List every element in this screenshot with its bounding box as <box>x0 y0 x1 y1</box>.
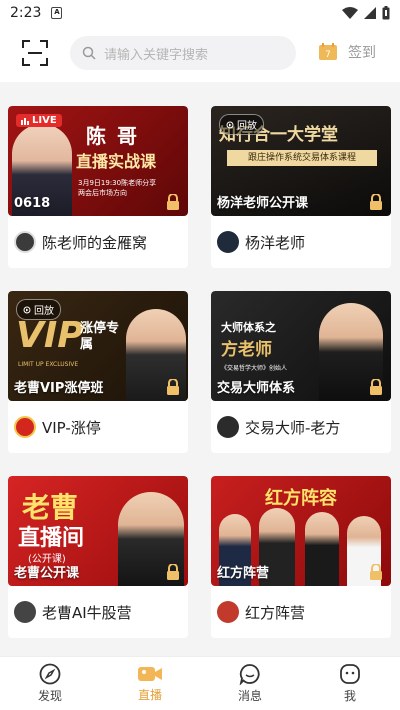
tab-messages[interactable]: 消息 <box>200 657 300 710</box>
live-card[interactable]: 知行合一大学堂 跟庄操作系统交易体系课程 回放 杨洋老师公开课 杨洋老师 <box>211 106 391 268</box>
live-card[interactable]: 大师体系之 方老师 《交易哲学大师》创始人 交易大师体系 交易大师-老方 <box>211 291 391 453</box>
video-camera-icon <box>138 667 162 681</box>
card-title-2: 跟庄操作系统交易体系课程 <box>227 150 377 166</box>
card-caption: 杨洋老师公开课 <box>217 196 309 211</box>
card-caption: 老曹VIP涨停班 <box>14 381 104 396</box>
live-grid: 陈 哥 直播实战课 3月9日19:30陈老师分享 两会后市场方向 LIVE 06… <box>0 82 400 656</box>
card-meta: VIP-涨停 <box>8 401 188 453</box>
card-author-name: 红方阵营 <box>245 603 306 622</box>
bottom-tab-bar: 发现 直播 消息 我 <box>0 656 400 710</box>
lock-icon <box>167 564 179 580</box>
smile-face-icon <box>340 664 360 684</box>
replay-icon <box>226 121 234 128</box>
tab-discover[interactable]: 发现 <box>0 657 100 710</box>
search-input[interactable]: 请输入关键字搜索 <box>70 36 296 70</box>
card-title-2: 方老师 <box>221 340 272 360</box>
card-title-2: 直播实战课 <box>76 152 157 171</box>
card-thumbnail: VIP 涨停专属 LIMIT UP EXCLUSIVE 回放 老曹VIP涨停班 <box>8 291 188 401</box>
avatar <box>14 601 36 623</box>
tab-label: 我 <box>343 689 356 703</box>
search-icon <box>82 46 96 60</box>
card-meta: 交易大师-老方 <box>211 401 391 453</box>
card-title-1: 陈 哥 <box>86 124 139 148</box>
tab-me[interactable]: 我 <box>300 657 400 710</box>
card-author-name: 老曹AI牛股营 <box>42 603 132 622</box>
card-caption: 交易大师体系 <box>217 381 296 396</box>
svg-text:7: 7 <box>325 50 331 60</box>
avatar <box>217 601 239 623</box>
lock-icon <box>370 194 382 210</box>
top-header: 请输入关键字搜索 7 签到 <box>0 26 400 82</box>
cell-signal-icon <box>364 7 376 19</box>
tab-label: 直播 <box>137 688 162 702</box>
card-small-text: 3月9日19:30陈老师分享 <box>78 179 157 187</box>
battery-icon <box>382 6 390 20</box>
live-card[interactable]: 陈 哥 直播实战课 3月9日19:30陈老师分享 两会后市场方向 LIVE 06… <box>8 106 188 268</box>
tab-label: 消息 <box>237 689 262 703</box>
replay-badge: 回放 <box>219 114 264 135</box>
chat-bubble-icon <box>239 664 260 685</box>
card-small-text-2: 两会后市场方向 <box>78 189 127 197</box>
replay-badge-label: 回放 <box>34 306 54 317</box>
card-thumbnail: 陈 哥 直播实战课 3月9日19:30陈老师分享 两会后市场方向 LIVE 06… <box>8 106 188 216</box>
tab-live[interactable]: 直播 <box>100 657 200 710</box>
live-badge-label: LIVE <box>32 115 57 126</box>
card-meta: 陈老师的金雁窝 <box>8 216 188 268</box>
compass-icon <box>39 663 61 685</box>
card-thumbnail: 老曹 直播间 (公开课) 老曹公开课 <box>8 476 188 586</box>
status-icons <box>342 6 390 20</box>
card-small-text: LIMIT UP EXCLUSIVE <box>18 361 79 368</box>
avatar <box>14 231 36 253</box>
card-caption: 老曹公开课 <box>14 566 80 581</box>
checkin-button[interactable]: 7 签到 <box>318 42 376 62</box>
live-card[interactable]: 老曹 直播间 (公开课) 老曹公开课 老曹AI牛股营 <box>8 476 188 638</box>
card-thumbnail: 红方阵容 红方阵营 <box>211 476 391 586</box>
status-time: 2:23 <box>10 5 42 21</box>
lock-icon <box>370 379 382 395</box>
calendar-icon: 7 <box>319 43 337 60</box>
presenter-figure <box>305 512 339 586</box>
lock-icon <box>167 194 179 210</box>
card-small-text: 《交易哲学大师》创始人 <box>221 365 288 372</box>
live-bars-icon <box>21 117 29 125</box>
search-placeholder: 请输入关键字搜索 <box>104 47 209 63</box>
live-card[interactable]: 红方阵容 红方阵营 红方阵营 <box>211 476 391 638</box>
live-card[interactable]: VIP 涨停专属 LIMIT UP EXCLUSIVE 回放 老曹VIP涨停班 … <box>8 291 188 453</box>
card-title-1: 红方阵容 <box>265 488 337 509</box>
avatar <box>217 416 239 438</box>
card-meta: 红方阵营 <box>211 586 391 638</box>
tab-label: 发现 <box>37 689 62 703</box>
replay-badge-label: 回放 <box>237 121 257 132</box>
status-bar: 2:23 A <box>0 0 400 26</box>
lock-icon <box>167 379 179 395</box>
scan-icon[interactable] <box>22 40 48 66</box>
live-badge: LIVE <box>16 114 62 127</box>
replay-icon <box>23 306 31 313</box>
card-author-name: 陈老师的金雁窝 <box>42 233 148 252</box>
sim-icon: A <box>51 7 63 19</box>
card-thumbnail: 大师体系之 方老师 《交易哲学大师》创始人 交易大师体系 <box>211 291 391 401</box>
replay-badge: 回放 <box>16 299 61 320</box>
avatar <box>14 416 36 438</box>
card-author-name: 交易大师-老方 <box>245 418 341 437</box>
card-thumbnail: 知行合一大学堂 跟庄操作系统交易体系课程 回放 杨洋老师公开课 <box>211 106 391 216</box>
card-title-2: 涨停专属 <box>80 321 120 352</box>
card-title-2: 直播间 <box>18 526 85 551</box>
card-title-1: VIP <box>16 315 84 356</box>
card-meta: 杨洋老师 <box>211 216 391 268</box>
lock-icon <box>370 564 382 580</box>
avatar <box>217 231 239 253</box>
wifi-icon <box>342 7 358 19</box>
card-title-1: 大师体系之 <box>221 321 276 334</box>
card-author-name: 杨洋老师 <box>245 233 306 252</box>
card-caption: 0618 <box>14 196 51 211</box>
checkin-label: 签到 <box>348 45 376 61</box>
card-meta: 老曹AI牛股营 <box>8 586 188 638</box>
card-caption: 红方阵营 <box>217 566 270 581</box>
card-author-name: VIP-涨停 <box>42 418 101 437</box>
